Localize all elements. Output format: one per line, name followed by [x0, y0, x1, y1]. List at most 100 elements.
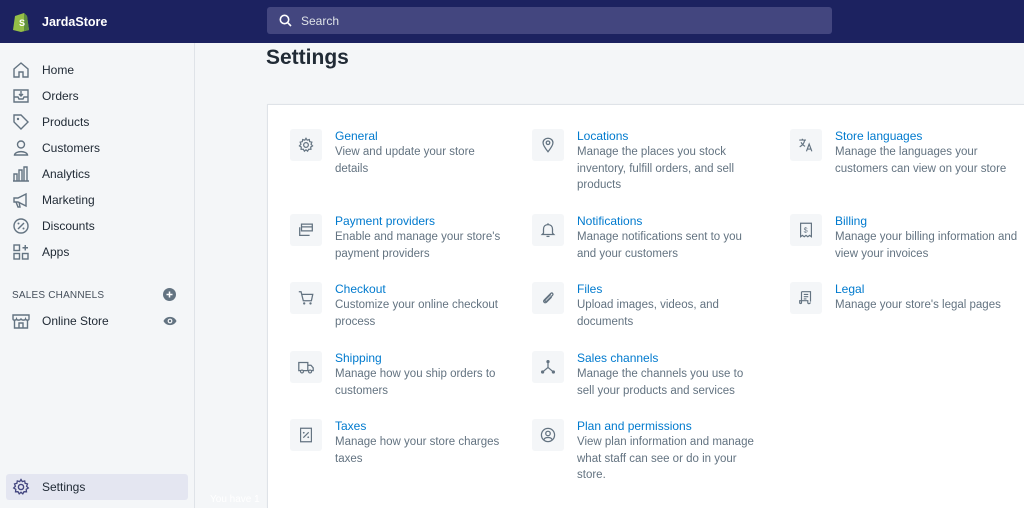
legal-document-icon: [799, 291, 812, 305]
shopify-logo-icon: S: [13, 13, 29, 32]
setting-title[interactable]: Store languages: [835, 128, 1020, 144]
megaphone-icon: [13, 192, 27, 208]
setting-description: Customize your online checkout process: [335, 299, 498, 328]
setting-plan-and-permissions[interactable]: Plan and permissions View plan informati…: [532, 419, 762, 484]
setting-files[interactable]: Files Upload images, videos, and documen…: [532, 282, 752, 330]
sidebar-item-analytics[interactable]: Analytics: [6, 161, 188, 187]
setting-title[interactable]: Files: [577, 281, 752, 297]
setting-description: Upload images, videos, and documents: [577, 299, 719, 328]
invoice-icon: $: [800, 222, 812, 238]
setting-description: View and update your store details: [335, 146, 475, 175]
setting-locations[interactable]: Locations Manage the places you stock in…: [532, 129, 752, 194]
setting-title[interactable]: Checkout: [335, 281, 510, 297]
setting-icon-box: [532, 129, 564, 161]
sidebar-item-label: Discounts: [42, 219, 95, 233]
sidebar-item-discounts[interactable]: Discounts: [6, 213, 188, 239]
gear-icon: [298, 137, 314, 153]
bell-icon: [540, 223, 556, 238]
store-icon: [12, 314, 30, 329]
setting-description: Manage notifications sent to you and you…: [577, 231, 742, 260]
setting-title[interactable]: Billing: [835, 213, 1020, 229]
sidebar-item-label: Customers: [42, 141, 101, 155]
setting-store-languages[interactable]: Store languages Manage the languages you…: [790, 129, 1020, 177]
setting-description: Enable and manage your store's payment p…: [335, 231, 501, 260]
bar-chart-icon: [13, 166, 29, 182]
setting-title[interactable]: Payment providers: [335, 213, 510, 229]
sidebar-item-home[interactable]: Home: [6, 57, 188, 83]
store-name: JardaStore: [42, 14, 108, 29]
sidebar-item-settings[interactable]: Settings: [6, 474, 188, 500]
cart-icon: [298, 291, 314, 305]
setting-description: Manage your billing information and view…: [835, 231, 1018, 260]
sidebar-item-apps[interactable]: Apps: [6, 239, 188, 265]
search-bar[interactable]: [267, 7, 832, 34]
setting-title[interactable]: Locations: [577, 128, 752, 144]
sidebar-item-label: Products: [42, 115, 90, 129]
channels-icon: [540, 359, 556, 374]
setting-description: View plan information and manage what st…: [577, 436, 754, 481]
sidebar-item-customers[interactable]: Customers: [6, 135, 188, 161]
setting-icon-box: $: [790, 214, 822, 246]
discount-icon: [13, 218, 29, 234]
apps-icon: [13, 244, 29, 260]
add-circle-icon[interactable]: [163, 288, 176, 301]
top-bar: S JardaStore: [0, 0, 1024, 43]
sidebar-item-label: Marketing: [42, 193, 95, 207]
tax-icon: [300, 427, 312, 443]
setting-checkout[interactable]: Checkout Customize your online checkout …: [290, 282, 510, 330]
store-brand[interactable]: S JardaStore: [12, 0, 107, 43]
setting-sales-channels[interactable]: Sales channels Manage the channels you u…: [532, 351, 752, 399]
setting-icon-box: [532, 282, 564, 314]
sidebar-item-label: Apps: [42, 245, 70, 259]
setting-title[interactable]: Sales channels: [577, 350, 752, 366]
sales-channels-heading: SALES CHANNELS: [12, 290, 105, 301]
page-title: Settings: [266, 46, 349, 69]
sidebar-item-products[interactable]: Products: [6, 109, 188, 135]
home-icon: [13, 62, 29, 78]
setting-icon-box: [790, 282, 822, 314]
setting-icon-box: [290, 282, 322, 314]
setting-description: Manage the languages your customers can …: [835, 146, 1007, 175]
paperclip-icon: [543, 292, 554, 304]
sidebar-item-label: Home: [42, 63, 75, 77]
payment-icon: [299, 223, 313, 237]
setting-title[interactable]: Plan and permissions: [577, 418, 762, 434]
notification-toast-text: You have 1: [210, 494, 260, 505]
setting-title[interactable]: Taxes: [335, 418, 510, 434]
sidebar-item-orders[interactable]: Orders: [6, 83, 188, 109]
svg-text:$: $: [804, 225, 808, 234]
sidebar-item-label: Analytics: [42, 167, 91, 181]
search-input[interactable]: [301, 13, 801, 28]
eye-icon[interactable]: [163, 315, 177, 327]
person-icon: [13, 140, 29, 156]
setting-billing[interactable]: $ Billing Manage your billing informatio…: [790, 214, 1020, 262]
svg-text:S: S: [19, 18, 25, 28]
orders-icon: [13, 89, 29, 103]
setting-title[interactable]: Shipping: [335, 350, 510, 366]
translate-icon: [799, 138, 813, 152]
setting-description: Manage the channels you use to sell your…: [577, 368, 744, 397]
sidebar-item-label: Settings: [42, 480, 86, 494]
setting-icon-box: [532, 351, 564, 383]
setting-notifications[interactable]: Notifications Manage notifications sent …: [532, 214, 752, 262]
setting-title[interactable]: Notifications: [577, 213, 752, 229]
setting-payment-providers[interactable]: Payment providers Enable and manage your…: [290, 214, 510, 262]
setting-icon-box: [290, 214, 322, 246]
setting-icon-box: [790, 129, 822, 161]
truck-icon: [298, 361, 314, 374]
setting-icon-box: [290, 351, 322, 383]
setting-title[interactable]: Legal: [835, 281, 1001, 297]
setting-icon-box: [532, 419, 564, 451]
setting-description: Manage the places you stock inventory, f…: [577, 146, 735, 191]
tag-icon: [13, 114, 29, 130]
search-icon: [279, 14, 292, 27]
sidebar-item-online-store[interactable]: Online Store: [6, 308, 188, 334]
sidebar: Home Orders Products Customers Analytics…: [0, 43, 195, 508]
setting-taxes[interactable]: Taxes Manage how your store charges taxe…: [290, 419, 510, 467]
user-circle-icon: [540, 427, 556, 443]
setting-legal[interactable]: Legal Manage your store's legal pages: [790, 282, 1020, 314]
sidebar-item-marketing[interactable]: Marketing: [6, 187, 188, 213]
setting-general[interactable]: General View and update your store detai…: [290, 129, 500, 177]
setting-shipping[interactable]: Shipping Manage how you ship orders to c…: [290, 351, 510, 399]
setting-title[interactable]: General: [335, 128, 500, 144]
